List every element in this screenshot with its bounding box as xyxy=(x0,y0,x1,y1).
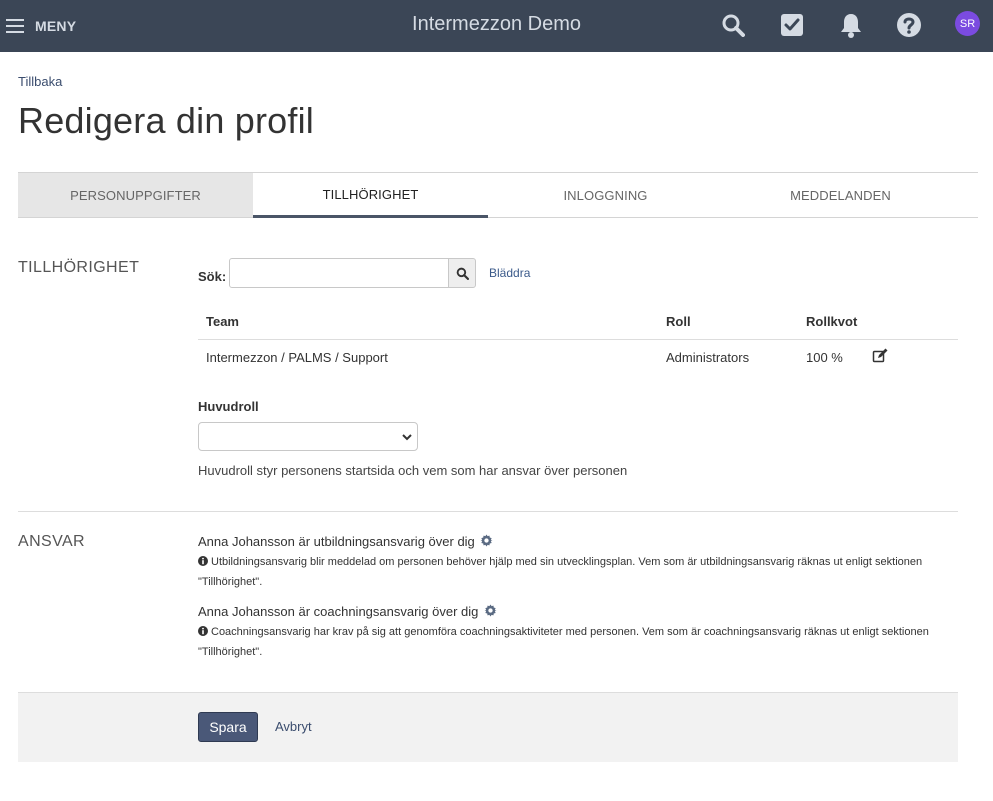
avatar[interactable]: SR xyxy=(955,11,980,36)
info-icon xyxy=(198,556,208,566)
help-icon[interactable] xyxy=(894,10,924,40)
tab-personuppgifter[interactable]: PERSONUPPGIFTER xyxy=(18,173,253,217)
column-header-role: Roll xyxy=(666,314,691,329)
section-divider xyxy=(18,511,958,512)
quota-cell: 100 % xyxy=(806,350,843,365)
tab-meddelanden[interactable]: MEDDELANDEN xyxy=(723,173,958,217)
cancel-link[interactable]: Avbryt xyxy=(275,719,312,734)
edit-icon[interactable] xyxy=(872,348,888,364)
tab-tillhorighet[interactable]: TILLHÖRIGHET xyxy=(253,173,488,218)
page-title: Redigera din profil xyxy=(18,100,314,141)
menu-label: MENY xyxy=(35,18,77,34)
main-role-label: Huvudroll xyxy=(198,399,259,414)
table-header-divider xyxy=(198,339,958,340)
education-responsible-text: Anna Johansson är utbildningsansvarig öv… xyxy=(198,534,475,549)
role-cell: Administrators xyxy=(666,350,750,365)
gear-icon[interactable] xyxy=(480,534,493,547)
search-icon[interactable] xyxy=(718,10,748,40)
top-bar: MENY Intermezzon Demo SR xyxy=(0,0,993,52)
info-icon xyxy=(198,626,208,636)
coaching-note-text: Coachningsansvarig har krav på sig att g… xyxy=(198,626,929,658)
save-button[interactable]: Spara xyxy=(198,712,258,742)
search-icon xyxy=(456,267,469,280)
coaching-responsible-note: Coachningsansvarig har krav på sig att g… xyxy=(198,622,958,662)
search-label: Sök: xyxy=(198,269,227,284)
bell-icon[interactable] xyxy=(836,10,866,40)
education-note-text: Utbildningsansvarig blir meddelad om per… xyxy=(198,556,923,588)
search-button[interactable] xyxy=(448,258,476,288)
form-footer: Spara Avbryt xyxy=(18,692,958,762)
team-cell: Intermezzon / PALMS / Support xyxy=(206,350,388,365)
tab-inloggning[interactable]: INLOGGNING xyxy=(488,173,723,217)
coaching-responsible-line: Anna Johansson är coachningsansvarig öve… xyxy=(198,604,497,619)
search-input[interactable] xyxy=(229,258,450,288)
chevron-down-icon xyxy=(402,434,412,441)
browse-link[interactable]: Bläddra xyxy=(489,266,530,280)
coaching-responsible-text: Anna Johansson är coachningsansvarig öve… xyxy=(198,604,479,619)
main-role-help-text: Huvudroll styr personens startsida och v… xyxy=(198,463,628,478)
column-header-team: Team xyxy=(206,314,239,329)
hamburger-icon xyxy=(6,19,24,33)
column-header-quota: Rollkvot xyxy=(806,314,858,329)
tasks-check-icon[interactable] xyxy=(777,10,807,40)
education-responsible-note: Utbildningsansvarig blir meddelad om per… xyxy=(198,552,958,592)
section-label-affiliation: TILLHÖRIGHET xyxy=(18,259,140,276)
menu-button[interactable]: MENY xyxy=(6,14,76,38)
education-responsible-line: Anna Johansson är utbildningsansvarig öv… xyxy=(198,534,493,549)
main-role-select[interactable] xyxy=(198,422,418,451)
profile-tabs: PERSONUPPGIFTER TILLHÖRIGHET INLOGGNING … xyxy=(18,172,978,218)
back-link[interactable]: Tillbaka xyxy=(18,74,62,89)
section-label-responsibility: ANSVAR xyxy=(18,533,86,550)
gear-icon[interactable] xyxy=(484,604,497,617)
